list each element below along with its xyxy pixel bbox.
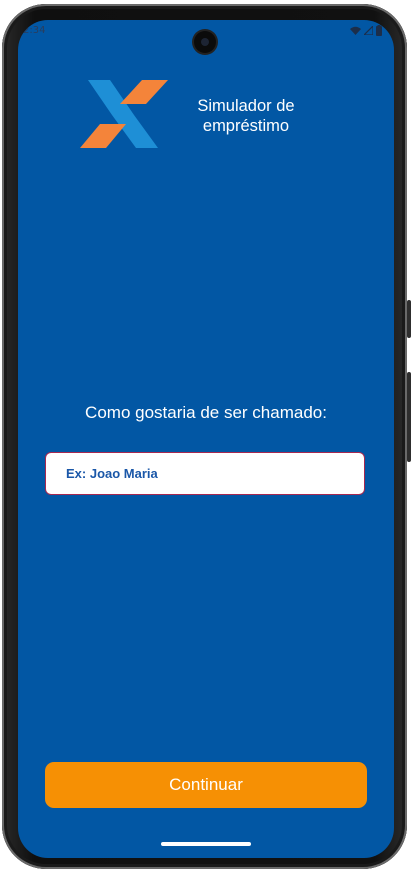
caixa-x-logo bbox=[80, 80, 168, 148]
continue-button[interactable]: Continuar bbox=[45, 762, 367, 808]
app-screen: 2:34 Simulador de empréstimo Como gostar… bbox=[18, 20, 394, 858]
battery-icon bbox=[376, 25, 382, 36]
wifi-icon bbox=[350, 26, 361, 35]
status-time: 2:34 bbox=[23, 25, 46, 36]
status-icons bbox=[350, 25, 382, 36]
signal-icon bbox=[364, 26, 373, 35]
app-title: Simulador de empréstimo bbox=[197, 97, 295, 135]
app-header: Simulador de empréstimo bbox=[18, 78, 394, 158]
home-indicator[interactable] bbox=[161, 842, 251, 846]
power-button bbox=[407, 300, 411, 338]
volume-button bbox=[407, 372, 411, 462]
phone-device: 2:34 Simulador de empréstimo Como gostar… bbox=[0, 0, 413, 871]
name-input[interactable] bbox=[45, 452, 365, 495]
name-question-label: Como gostaria de ser chamado: bbox=[85, 403, 327, 422]
front-camera bbox=[194, 31, 216, 53]
